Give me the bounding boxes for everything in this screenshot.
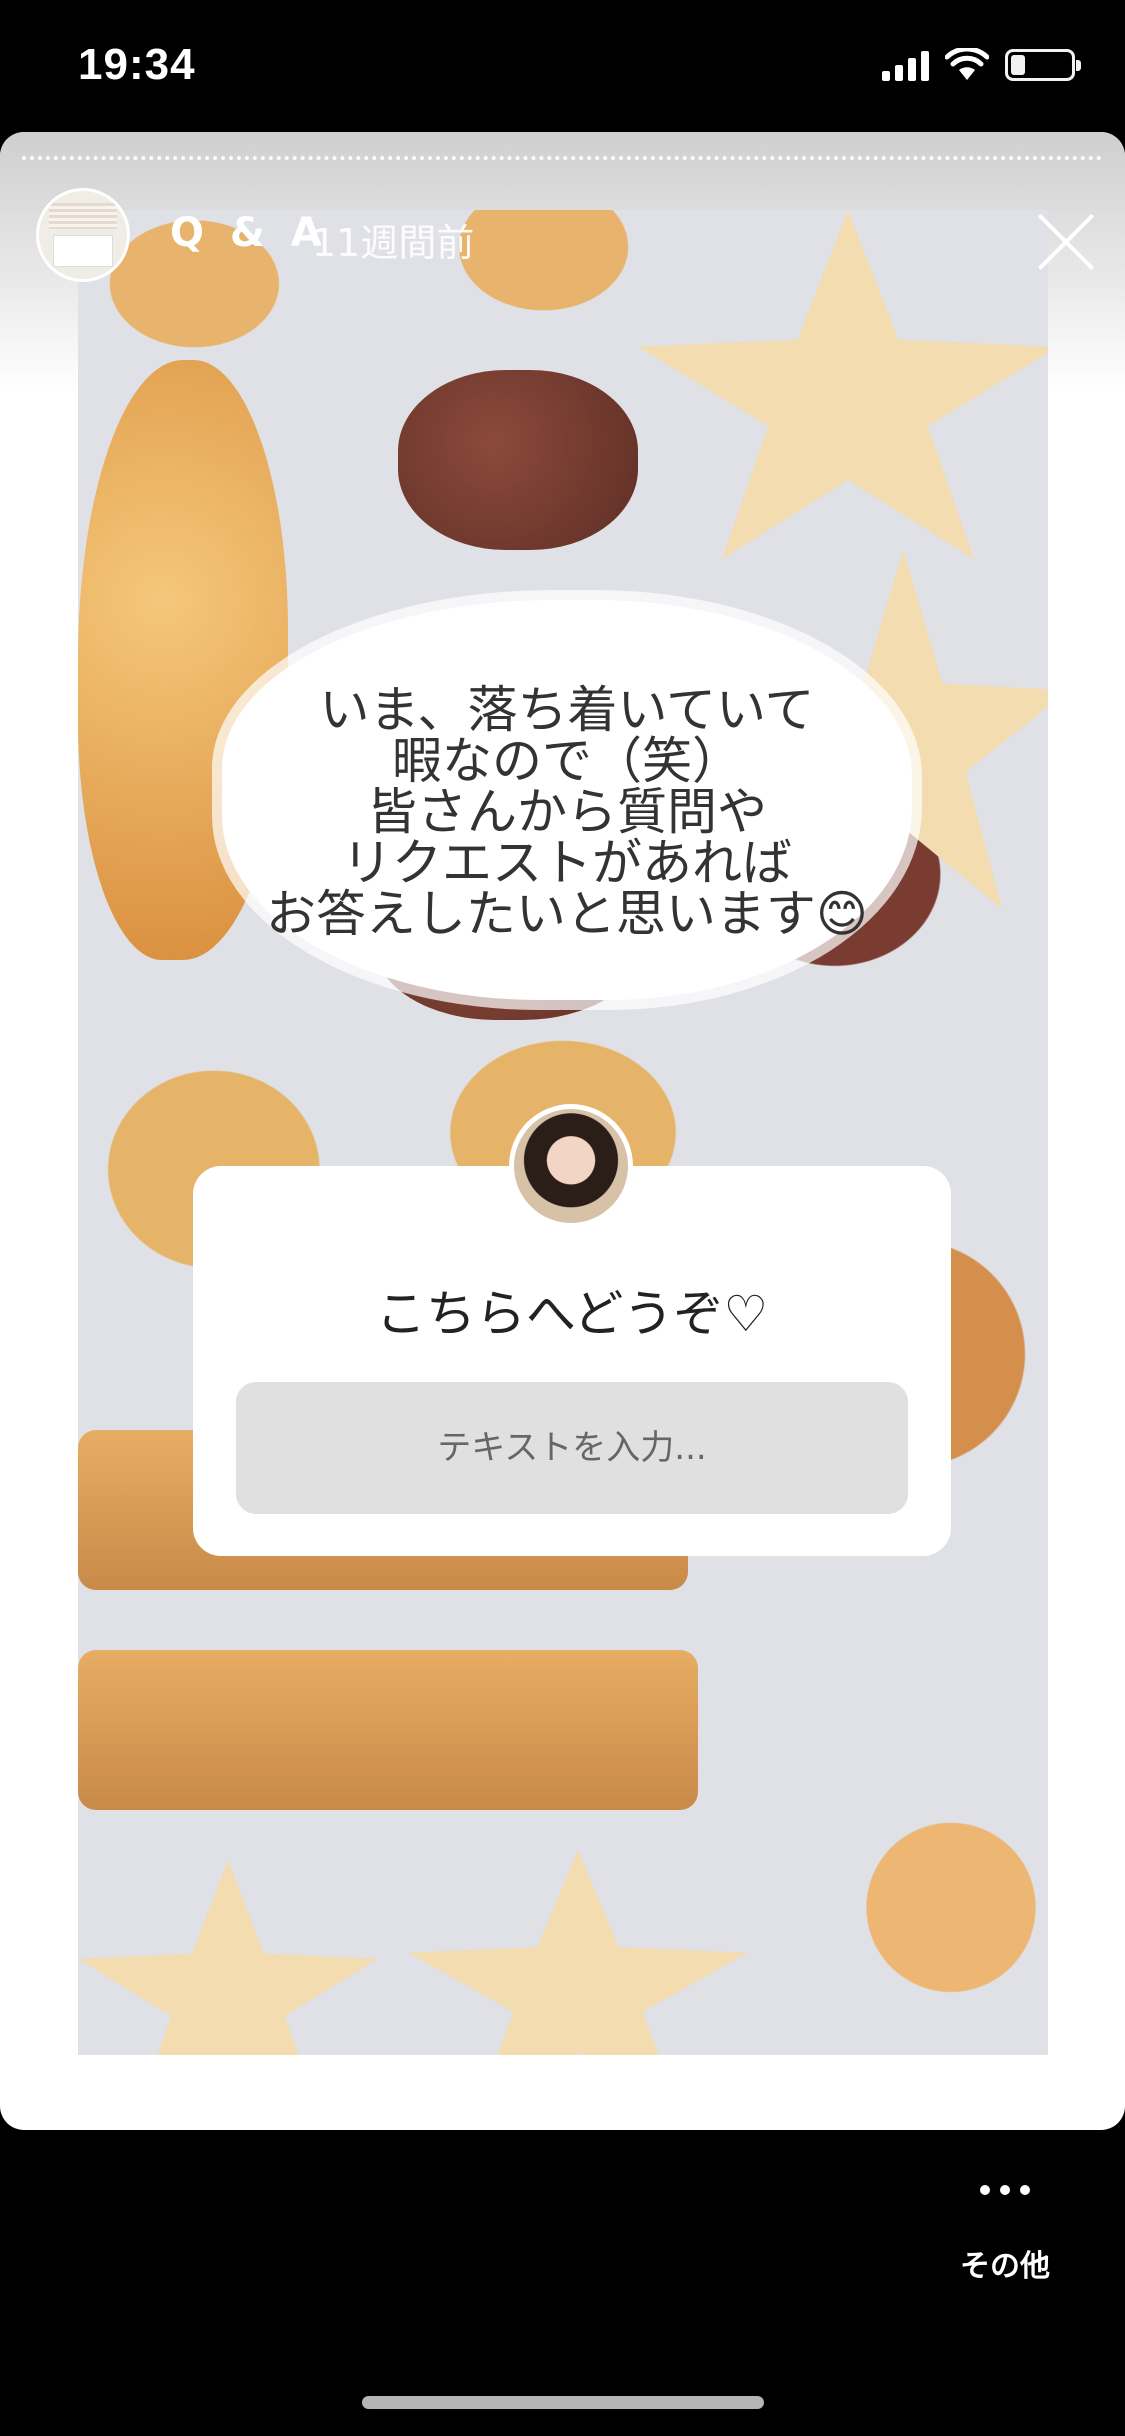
close-icon[interactable] [1036, 212, 1096, 272]
stick-cookie [78, 1650, 698, 1810]
chocolate-cookie [398, 370, 638, 550]
battery-icon [1005, 49, 1081, 81]
bubble-line: お答えしたいと思います😊 [265, 885, 869, 943]
status-bar: 19:34 [0, 0, 1125, 130]
story-title[interactable]: Q & A [170, 210, 328, 256]
home-indicator[interactable] [362, 2396, 764, 2409]
speech-bubble-text: いま、落ち着いていて 暇なので（笑） 皆さんから質問や リクエストがあれば お答… [242, 685, 892, 940]
star-cookie [638, 210, 1048, 560]
wifi-icon [945, 48, 989, 80]
bubble-line: 暇なので（笑） [392, 732, 742, 790]
status-icons [882, 48, 1081, 82]
question-sticker-avatar [509, 1104, 633, 1228]
story-author-avatar[interactable] [36, 188, 130, 282]
story-progress-bar [22, 156, 1102, 165]
star-cookie [78, 1860, 378, 2055]
status-time: 19:34 [78, 40, 196, 89]
story-viewer[interactable]: いま、落ち着いていて 暇なので（笑） 皆さんから質問や リクエストがあれば お答… [0, 132, 1125, 2130]
question-answer-input[interactable]: テキストを入力... [236, 1382, 908, 1514]
more-button[interactable]: その他 [940, 2185, 1070, 2285]
bubble-line: リクエストがあれば [342, 834, 792, 892]
speech-bubble: いま、落ち着いていて 暇なので（笑） 皆さんから質問や リクエストがあれば お答… [222, 600, 912, 1000]
question-sticker-prompt: こちらへどうぞ♡ [375, 1285, 769, 1343]
more-label: その他 [960, 2249, 1050, 2284]
star-cookie [408, 1850, 748, 2055]
bubble-line: 皆さんから質問や [367, 783, 767, 841]
bubble-line: いま、落ち着いていて [319, 681, 815, 739]
cellular-signal-icon [882, 49, 929, 81]
more-icon [940, 2185, 1070, 2195]
story-timestamp: 11週間前 [312, 221, 475, 265]
